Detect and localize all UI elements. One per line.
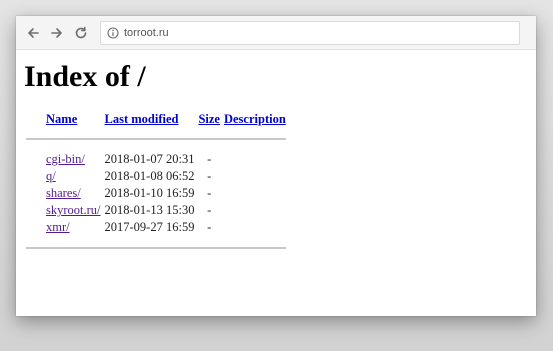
page-content: Index of / Name Last modified Size Descr…: [16, 50, 536, 250]
size-column-header: Size: [196, 112, 222, 133]
table-row: shares/ 2018-01-10 16:59 -: [24, 185, 288, 202]
header-divider-row: [24, 133, 288, 151]
sort-by-description-link[interactable]: Description: [224, 112, 286, 126]
reload-button[interactable]: [70, 22, 92, 44]
modified-cell: 2018-01-10 16:59: [104, 186, 195, 200]
folder-icon-cell: [24, 202, 44, 219]
icon-column-header: [24, 112, 44, 133]
description-cell: [222, 185, 288, 202]
table-row: cgi-bin/ 2018-01-07 20:31 -: [24, 151, 288, 168]
back-arrow-icon: [28, 27, 39, 38]
description-cell: [222, 202, 288, 219]
description-cell: [222, 151, 288, 168]
folder-icon-cell: [24, 185, 44, 202]
sort-by-last-modified-link[interactable]: Last modified: [105, 112, 179, 126]
entry-link-q[interactable]: q/: [46, 169, 56, 183]
sort-by-size-link[interactable]: Size: [198, 112, 220, 126]
folder-icon-cell: [24, 219, 44, 236]
size-cell: -: [207, 203, 212, 217]
back-button[interactable]: [22, 22, 44, 44]
listing-header-row: Name Last modified Size Description: [24, 112, 288, 133]
directory-listing: Name Last modified Size Description cgi-…: [24, 112, 288, 250]
folder-icon-cell: [24, 151, 44, 168]
browser-toolbar: torroot.ru: [16, 16, 536, 50]
name-cell: skyroot.ru/: [44, 202, 103, 219]
size-cell: -: [207, 169, 212, 183]
browser-window: torroot.ru Index of / Name Last modified…: [16, 16, 536, 316]
page-title: Index of /: [24, 60, 146, 93]
description-column-header: Description: [222, 112, 288, 133]
info-icon[interactable]: [107, 26, 119, 39]
size-cell: -: [207, 186, 212, 200]
modified-cell: 2018-01-13 15:30: [104, 203, 195, 217]
footer-divider-row: [24, 236, 288, 250]
forward-arrow-icon: [51, 27, 62, 38]
entry-link-skyroot[interactable]: skyroot.ru/: [46, 203, 101, 217]
name-cell: xmr/: [44, 219, 103, 236]
url-text[interactable]: torroot.ru: [124, 27, 169, 39]
modified-cell: 2018-01-08 06:52: [104, 169, 195, 183]
footer-divider: [26, 247, 286, 249]
screenshot-backdrop: torroot.ru Index of / Name Last modified…: [0, 0, 553, 351]
description-cell: [222, 219, 288, 236]
name-cell: cgi-bin/: [44, 151, 103, 168]
sort-by-name-link[interactable]: Name: [46, 112, 77, 126]
reload-icon: [75, 26, 87, 38]
entry-link-xmr[interactable]: xmr/: [46, 220, 70, 234]
size-cell: -: [207, 152, 212, 166]
size-cell: -: [207, 220, 212, 234]
entry-link-shares[interactable]: shares/: [46, 186, 81, 200]
name-cell: shares/: [44, 185, 103, 202]
modified-cell: 2017-09-27 16:59: [104, 220, 195, 234]
table-row: q/ 2018-01-08 06:52 -: [24, 168, 288, 185]
last-modified-column-header: Last modified: [103, 112, 197, 133]
table-row: skyroot.ru/ 2018-01-13 15:30 -: [24, 202, 288, 219]
modified-cell: 2018-01-07 20:31: [104, 152, 195, 166]
table-row: xmr/ 2017-09-27 16:59 -: [24, 219, 288, 236]
entry-link-cgi-bin[interactable]: cgi-bin/: [46, 152, 85, 166]
folder-icon-cell: [24, 168, 44, 185]
header-divider: [26, 138, 286, 140]
description-cell: [222, 168, 288, 185]
name-cell: q/: [44, 168, 103, 185]
forward-button[interactable]: [46, 22, 68, 44]
name-column-header: Name: [44, 112, 103, 133]
address-bar[interactable]: torroot.ru: [100, 20, 520, 45]
